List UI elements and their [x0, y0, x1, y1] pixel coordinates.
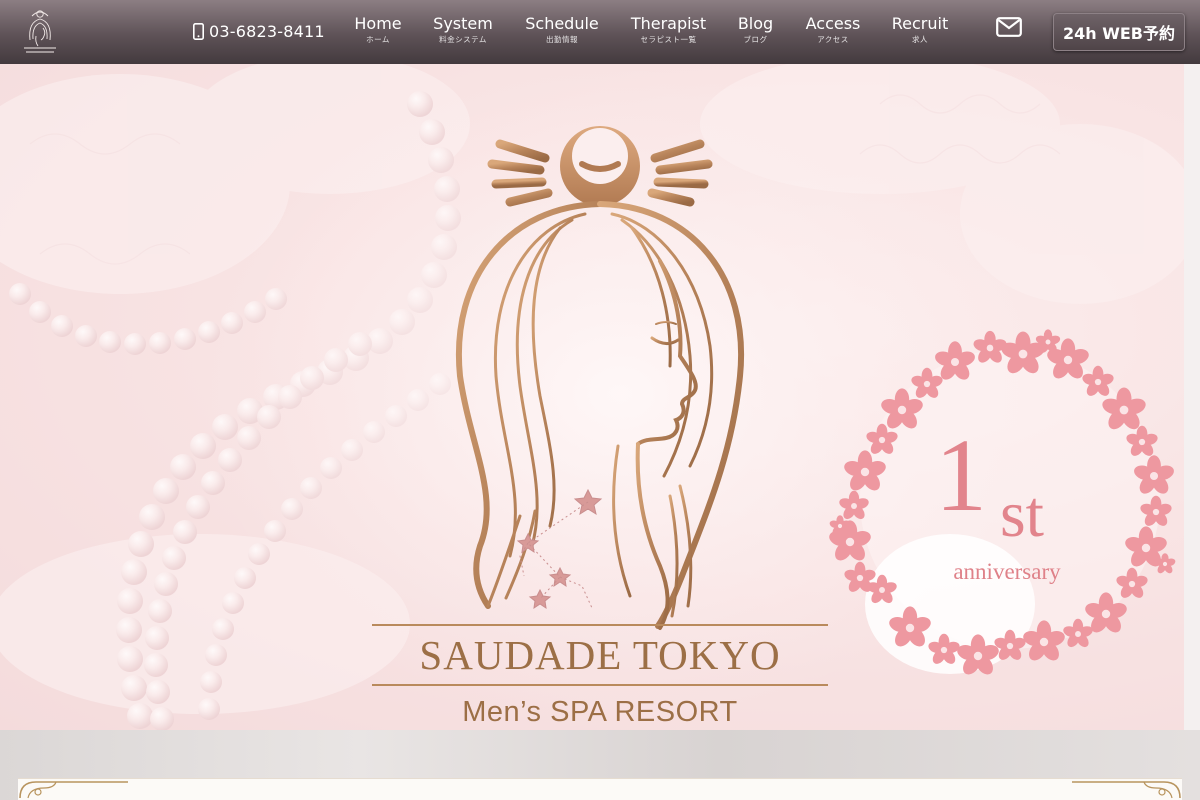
ornament-left-icon — [19, 781, 128, 799]
nav-item-sublabel: 料金システム — [439, 35, 487, 44]
nav-item-recruit[interactable]: Recruit 求人 — [891, 14, 949, 54]
top-navbar: 03-6823-8411 Home ホーム System 料金システム Sche… — [0, 0, 1200, 64]
nav-item-sublabel: セラピスト一覧 — [640, 35, 697, 44]
nav-item-label: Therapist — [630, 14, 707, 33]
nav-item-label: Blog — [737, 14, 774, 33]
brand-subtitle: Men’s SPA RESORT — [462, 696, 738, 728]
ornament-right-icon — [1072, 781, 1181, 799]
nav-item-home[interactable]: Home ホーム — [354, 14, 402, 54]
web-reservation-button[interactable]: 24h WEB予約 — [1053, 13, 1185, 51]
page-scroll-strip — [1184, 64, 1200, 730]
nav-item-blog[interactable]: Blog ブログ — [737, 14, 774, 54]
nav-item-label: Home — [354, 14, 402, 33]
content-card — [18, 778, 1182, 800]
nav-item-sublabel: ホーム — [366, 35, 390, 44]
nav-item-schedule[interactable]: Schedule 出勤情報 — [525, 14, 599, 54]
phone-number-text: 03-6823-8411 — [209, 21, 325, 41]
anniversary-suffix: st — [1000, 478, 1045, 551]
nav-item-sublabel: アクセス — [817, 35, 849, 44]
nav-item-therapist[interactable]: Therapist セラピスト一覧 — [630, 14, 707, 54]
woman-face-logo-icon — [455, 126, 745, 630]
phone-number-link[interactable]: 03-6823-8411 — [193, 20, 325, 42]
nav-item-sublabel: ブログ — [743, 35, 768, 44]
nav-item-access[interactable]: Access アクセス — [805, 14, 861, 54]
nav-item-label: Recruit — [891, 14, 949, 33]
nav-item-label: Schedule — [525, 14, 599, 33]
nav-item-label: System — [433, 14, 493, 33]
nav-item-label: Access — [805, 14, 861, 33]
nav-item-system[interactable]: System 料金システム — [433, 14, 493, 54]
envelope-icon[interactable] — [996, 17, 1022, 37]
nav-item-sublabel: 出勤情報 — [546, 35, 578, 44]
site-crest-logo-icon[interactable] — [18, 6, 62, 58]
mobile-phone-icon — [193, 22, 204, 40]
hero-banner: SAUDADE TOKYO Men’s SPA RESORT 1 st anni… — [0, 64, 1184, 730]
nav-item-sublabel: 求人 — [912, 35, 928, 44]
brand-title: SAUDADE TOKYO — [372, 624, 828, 686]
anniversary-label: anniversary — [953, 559, 1061, 584]
